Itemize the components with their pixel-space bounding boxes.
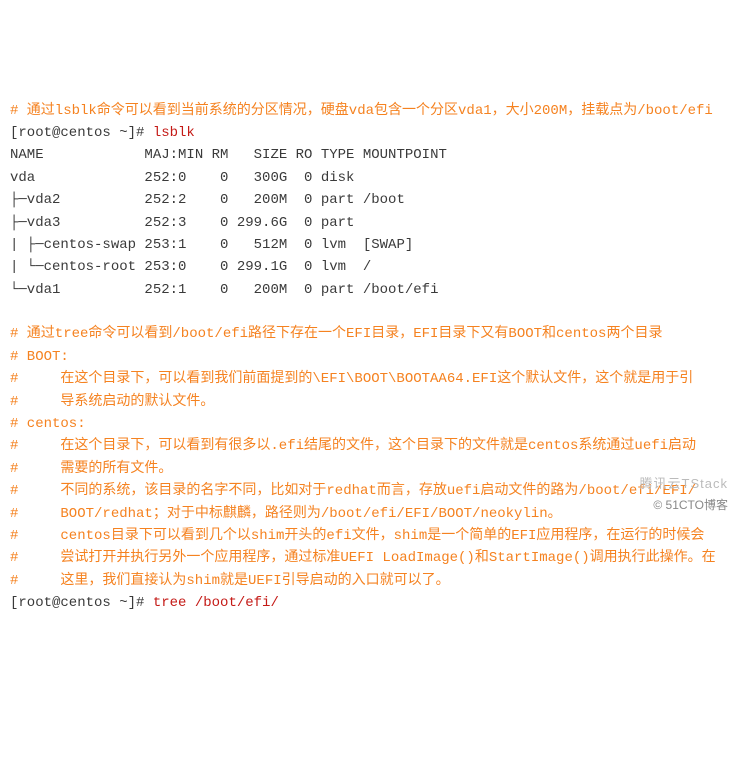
comment-centos-line1: # 在这个目录下，可以看到有很多以.efi结尾的文件，这个目录下的文件就是cen… [10,438,696,454]
lsblk-header: NAME MAJ:MIN RM SIZE RO TYPE MOUNTPOINT [10,147,447,163]
comment-lsblk: # 通过lsblk命令可以看到当前系统的分区情况，硬盘vda包含一个分区vda1… [10,103,713,119]
prompt-1: [root@centos ~]# [10,125,153,141]
comment-centos-header: # centos: [10,416,86,432]
lsblk-row-centos-swap: | ├─centos-swap 253:1 0 512M 0 lvm [SWAP… [10,237,413,253]
lsblk-row-vda1: └─vda1 252:1 0 200M 0 part /boot/efi [10,282,438,298]
comment-tree-intro: # 通过tree命令可以看到/boot/efi路径下存在一个EFI目录，EFI目… [10,326,662,342]
cmd-tree: tree /boot/efi/ [153,595,279,611]
lsblk-row-vda2: ├─vda2 252:2 0 200M 0 part /boot [10,192,405,208]
brand-51cto: © 51CTO博客 [653,496,728,515]
lsblk-row-vda3: ├─vda3 252:3 0 299.6G 0 part [10,215,354,231]
lsblk-row-vda: vda 252:0 0 300G 0 disk [10,170,354,186]
comment-centos-line3: # 不同的系统，该目录的名字不同，比如对于redhat而言，存放uefi启动文件… [10,483,696,499]
comment-boot-line1: # 在这个目录下，可以看到我们前面提到的\EFI\BOOT\BOOTAA64.E… [10,371,693,387]
comment-centos-line4: # BOOT/redhat；对于中标麒麟，路径则为/boot/efi/EFI/B… [10,506,562,522]
watermark-tstack: 腾讯云TStack [640,474,728,495]
cmd-lsblk: lsblk [153,125,195,141]
comment-boot-header: # BOOT: [10,349,69,365]
comment-boot-line2: # 导系统启动的默认文件。 [10,394,214,410]
lsblk-row-centos-root: | └─centos-root 253:0 0 299.1G 0 lvm / [10,259,371,275]
comment-centos-line6: # 尝试打开并执行另外一个应用程序，通过标准UEFI LoadImage()和S… [10,550,716,566]
comment-centos-line5: # centos目录下可以看到几个以shim开头的efi文件，shim是一个简单… [10,528,704,544]
comment-centos-line7: # 这里，我们直接认为shim就是UEFI引导启动的入口就可以了。 [10,573,450,589]
prompt-2: [root@centos ~]# [10,595,153,611]
comment-centos-line2: # 需要的所有文件。 [10,461,172,477]
